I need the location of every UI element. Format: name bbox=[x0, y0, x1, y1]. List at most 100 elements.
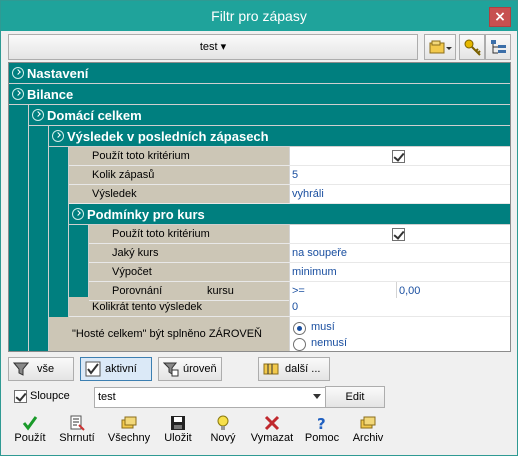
archive-button[interactable]: Archiv bbox=[348, 413, 388, 449]
key-button[interactable] bbox=[459, 34, 485, 60]
section-title: Domácí celkem bbox=[47, 108, 142, 123]
vypocet-value[interactable]: minimum bbox=[289, 263, 510, 281]
columns-icon bbox=[263, 363, 279, 375]
save-icon bbox=[171, 416, 185, 430]
chevron-down-icon bbox=[313, 394, 321, 399]
close-button[interactable]: × bbox=[489, 7, 511, 27]
tree-rail bbox=[9, 105, 29, 351]
row-kolikrat: Kolikrát tento výsledek 0 bbox=[69, 298, 510, 317]
view-level-button[interactable]: úroveň bbox=[158, 357, 222, 381]
preset-dropdown[interactable]: test ▾ bbox=[8, 34, 418, 60]
save-button[interactable]: Uložit bbox=[158, 413, 198, 449]
use-kurs-checkbox[interactable] bbox=[392, 228, 405, 241]
row-kolik: Kolik zápasů 5 bbox=[69, 166, 510, 185]
summary-icon bbox=[70, 415, 85, 431]
use-checkbox[interactable] bbox=[392, 150, 405, 163]
delete-icon bbox=[264, 415, 280, 431]
new-button[interactable]: Nový bbox=[206, 413, 240, 449]
row-label: Použít toto kritérium bbox=[112, 228, 210, 240]
filter-window: Filtr pro zápasy × test ▾ Nastavení Bila… bbox=[0, 0, 518, 456]
row-label: Kolikrát tento výsledek bbox=[92, 301, 203, 313]
expand-icon bbox=[12, 67, 24, 79]
all-button[interactable]: Všechny bbox=[106, 413, 152, 449]
summary-button[interactable]: Shrnutí bbox=[54, 413, 100, 449]
row-vysledek: Výsledek vyhráli bbox=[69, 185, 510, 204]
row-pouzit: Použít toto kritérium bbox=[69, 147, 510, 166]
folder-icon bbox=[429, 40, 452, 54]
radio-musi[interactable] bbox=[293, 322, 306, 335]
help-label: Pomoc bbox=[304, 432, 340, 444]
window-title: Filtr pro zápasy bbox=[211, 8, 307, 24]
radio-nemusi[interactable] bbox=[293, 338, 306, 351]
row-label: Výpočet bbox=[112, 266, 152, 278]
section-domaci[interactable]: Domácí celkem bbox=[29, 105, 510, 126]
title-bar: Filtr pro zápasy × bbox=[1, 1, 517, 31]
columns-checkbox[interactable] bbox=[14, 390, 27, 403]
check-icon bbox=[22, 416, 38, 431]
check-icon bbox=[85, 361, 101, 377]
key-icon bbox=[464, 39, 481, 56]
summary-label: Shrnutí bbox=[59, 432, 95, 444]
section-title: Nastavení bbox=[27, 66, 89, 81]
row-label: "Hosté celkem" být splněno ZÁROVEŇ bbox=[72, 328, 262, 340]
section-podminky[interactable]: Podmínky pro kurs bbox=[69, 204, 510, 225]
new-label: Nový bbox=[210, 432, 236, 444]
view-active-button[interactable]: aktivní bbox=[80, 357, 152, 381]
more-label: další ... bbox=[285, 363, 321, 375]
apply-label: Použít bbox=[14, 432, 46, 444]
level-funnel-icon bbox=[163, 362, 179, 377]
toolbar: test ▾ bbox=[8, 34, 511, 60]
archive-label: Archiv bbox=[352, 432, 384, 444]
expand-icon bbox=[32, 109, 44, 121]
tree-view-button[interactable] bbox=[485, 34, 511, 60]
columns-selected: test bbox=[98, 391, 116, 403]
delete-label: Vymazat bbox=[250, 432, 294, 444]
expand-icon bbox=[12, 88, 24, 100]
jaky-kurs-value[interactable]: na soupeře bbox=[289, 244, 510, 262]
svg-text:?: ? bbox=[317, 415, 326, 431]
tree-rail bbox=[29, 126, 49, 351]
section-nastaveni[interactable]: Nastavení bbox=[9, 63, 510, 84]
delete-button[interactable]: Vymazat bbox=[248, 413, 296, 449]
row-vypocet: Výpočet minimum bbox=[89, 263, 510, 282]
radio-nemusi-label: nemusí bbox=[311, 337, 348, 349]
kolikrat-value[interactable]: 0 bbox=[289, 298, 510, 316]
tree-rail bbox=[49, 147, 69, 317]
section-title: Výsledek v posledních zápasech bbox=[67, 129, 269, 144]
expand-icon bbox=[72, 208, 84, 220]
row-label: Kolik zápasů bbox=[92, 169, 155, 181]
help-icon: ? bbox=[317, 415, 326, 431]
columns-label: Sloupce bbox=[30, 390, 70, 402]
kolik-value[interactable]: 5 bbox=[289, 166, 510, 184]
bottom-toolbar: Použít Shrnutí Všechny Uložit Nový Vymaz… bbox=[8, 413, 511, 451]
section-bilance[interactable]: Bilance bbox=[9, 84, 510, 105]
folders-icon bbox=[121, 416, 137, 429]
vysledek-value[interactable]: vyhráli bbox=[289, 185, 510, 203]
folder-menu-button[interactable] bbox=[424, 34, 456, 60]
filter-grid: Nastavení Bilance Domácí celkem Výsledek… bbox=[8, 62, 511, 352]
section-title: Bilance bbox=[27, 87, 74, 102]
row-jaky: Jaký kurs na soupeře bbox=[89, 244, 510, 263]
view-all-button[interactable]: vše bbox=[8, 357, 74, 381]
view-active-label: aktivní bbox=[105, 363, 137, 375]
view-level-label: úroveň bbox=[183, 363, 217, 375]
tree-rail bbox=[69, 225, 89, 297]
row-hoste: "Hosté celkem" být splněno ZÁROVEŇ musí … bbox=[49, 317, 510, 351]
row-pouzit-kurs: Použít toto kritérium bbox=[89, 225, 510, 244]
row-label: Výsledek bbox=[92, 188, 137, 200]
apply-button[interactable]: Použít bbox=[10, 413, 50, 449]
view-all-label: vše bbox=[37, 363, 55, 375]
funnel-icon bbox=[13, 362, 29, 376]
tree-icon bbox=[491, 40, 506, 54]
lightbulb-icon bbox=[217, 415, 229, 430]
row-label: Použít toto kritérium bbox=[92, 150, 190, 162]
section-title: Podmínky pro kurs bbox=[87, 207, 205, 222]
edit-button[interactable]: Edit bbox=[325, 386, 385, 408]
columns-select[interactable]: test bbox=[94, 387, 326, 408]
all-label: Všechny bbox=[107, 432, 151, 444]
expand-icon bbox=[52, 130, 64, 142]
more-button[interactable]: další ... bbox=[258, 357, 330, 381]
save-label: Uložit bbox=[164, 432, 192, 444]
section-vysledek[interactable]: Výsledek v posledních zápasech bbox=[49, 126, 510, 147]
help-button[interactable]: ? Pomoc bbox=[302, 413, 342, 449]
